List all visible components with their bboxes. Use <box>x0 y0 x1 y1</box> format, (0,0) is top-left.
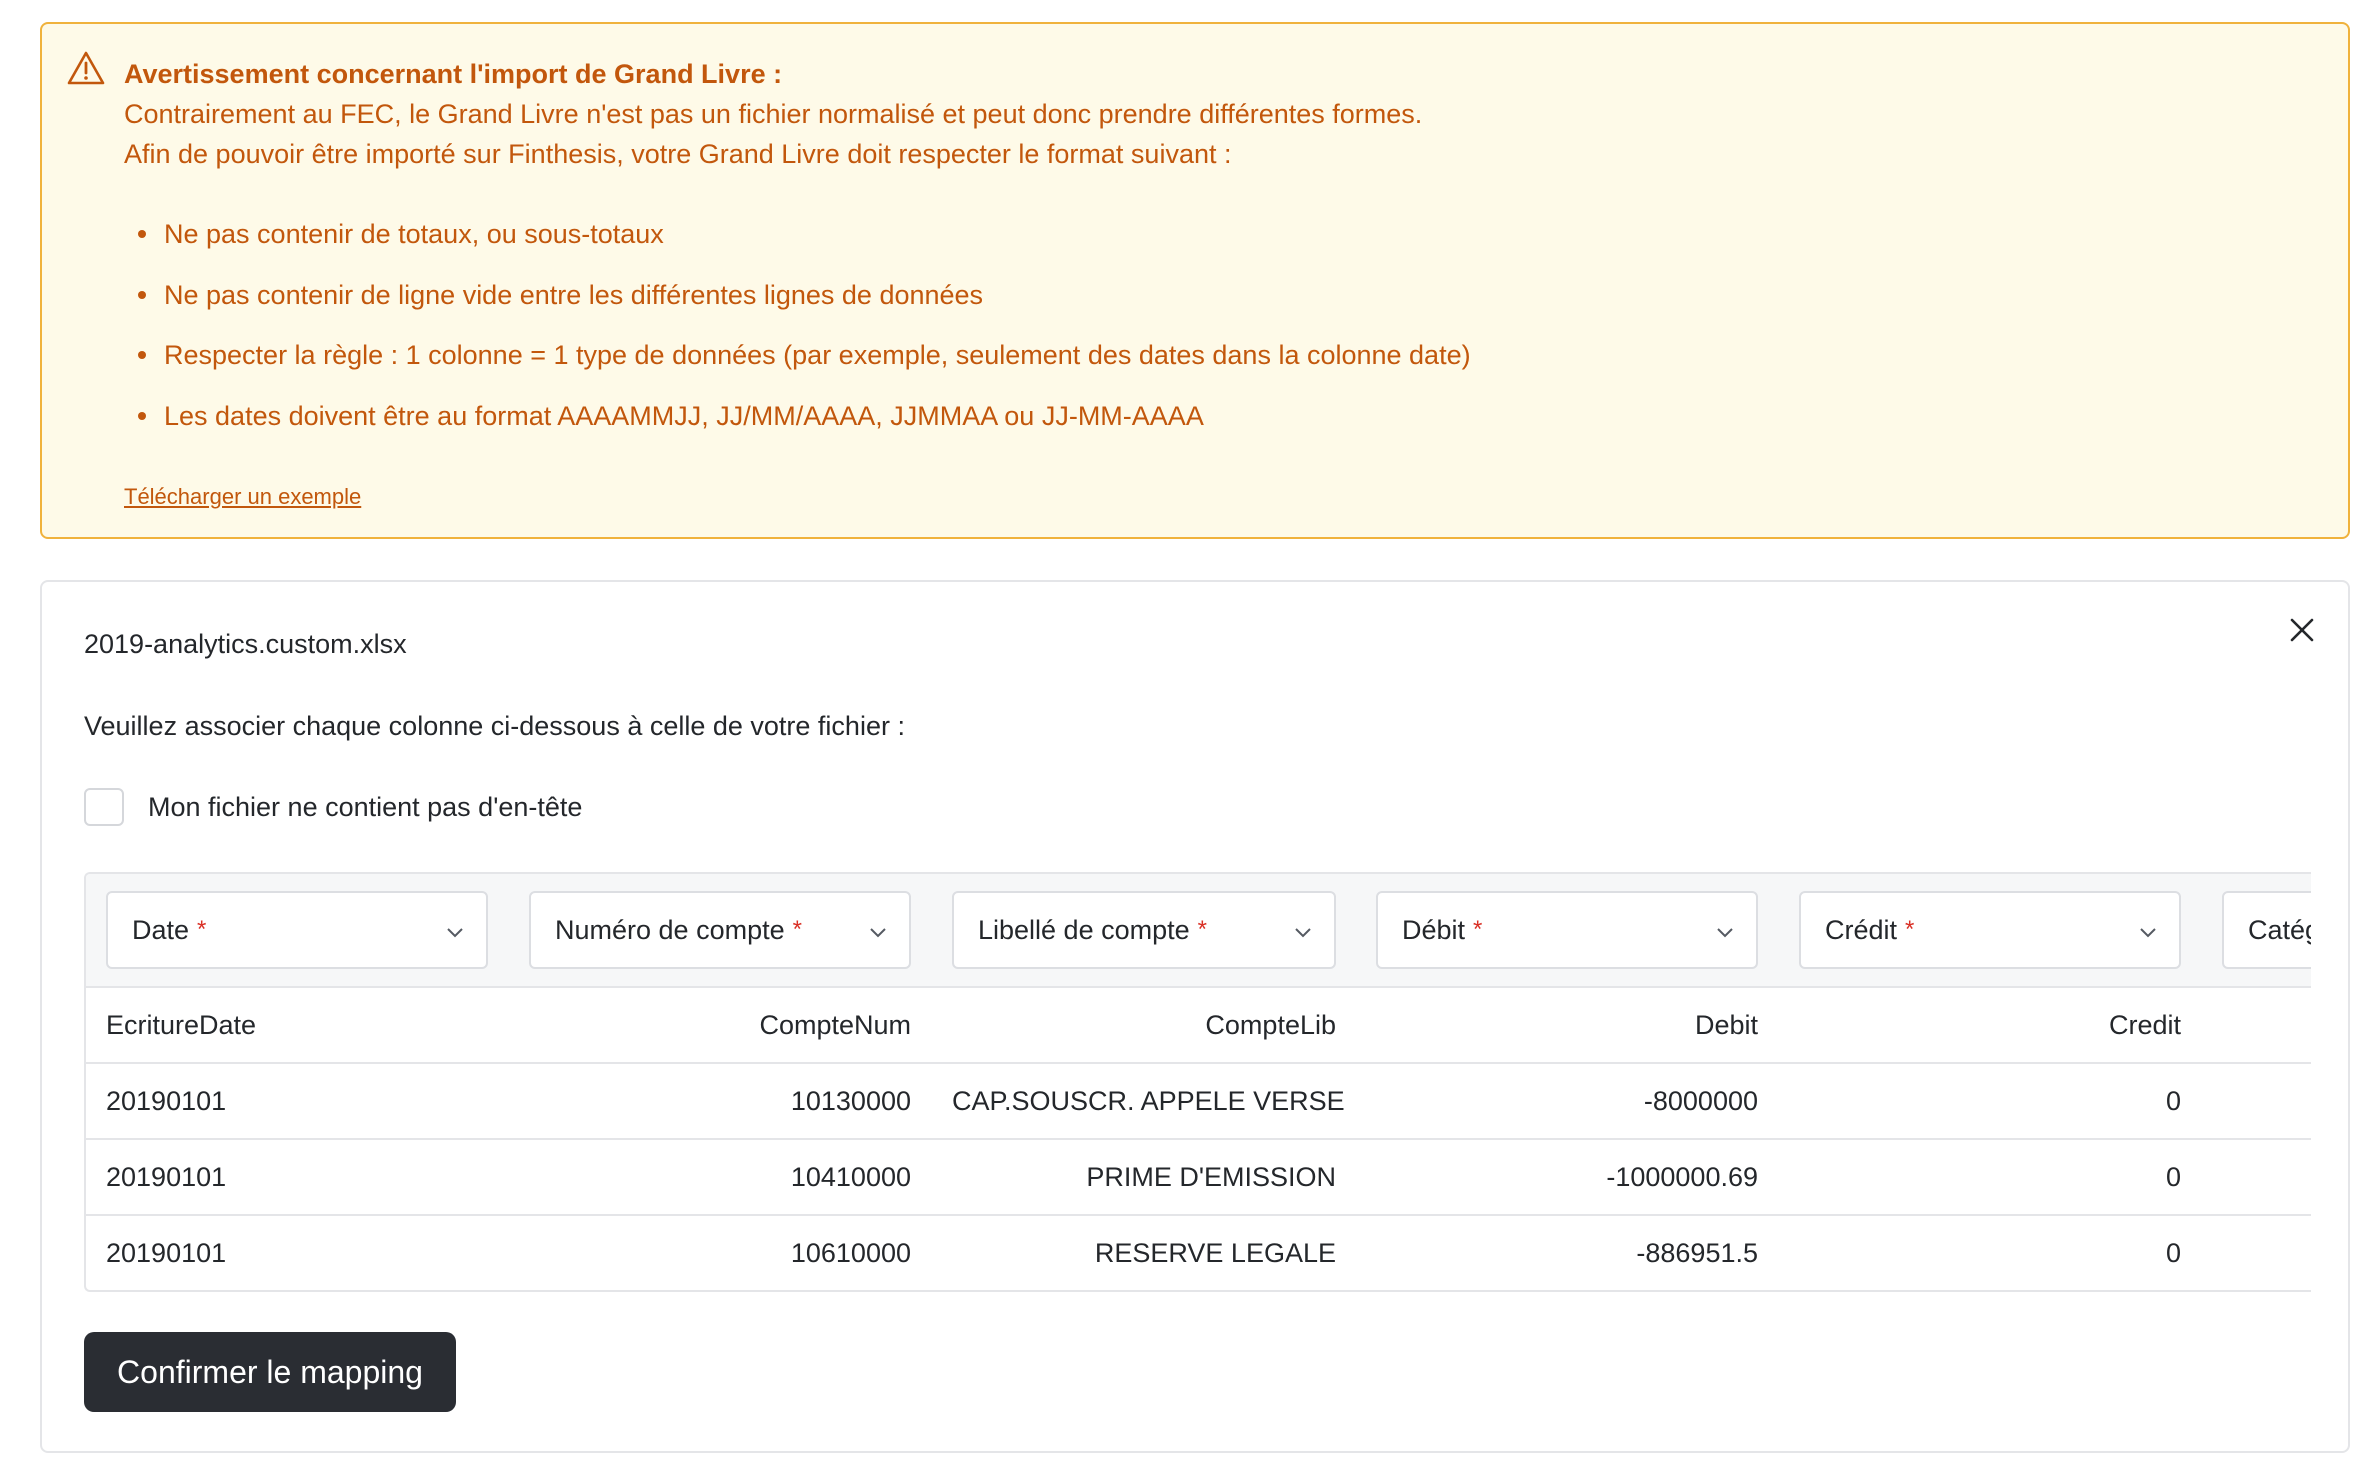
required-marker: * <box>792 916 802 943</box>
cell-account-label: CAP.SOUSCR. APPELE VERSE <box>952 1086 1345 1116</box>
mapping-table: Date * Numéro de compte * Libellé de com… <box>84 872 2311 1292</box>
rule-item: Ne pas contenir de ligne vide entre les … <box>124 275 1471 336</box>
cell-date: 20190101 <box>106 1238 227 1268</box>
download-example-link[interactable]: Télécharger un exemple <box>124 482 361 512</box>
warning-text-line-1: Contrairement au FEC, le Grand Livre n'e… <box>124 99 1423 129</box>
chevron-down-icon <box>870 928 886 938</box>
no-header-label: Mon fichier ne contient pas d'en-tête <box>148 792 583 822</box>
cell-debit: -1000000.69 <box>1606 1162 1758 1192</box>
file-mapping-card: 2019-analytics.custom.xlsx Veuillez asso… <box>40 580 2350 1453</box>
chevron-down-icon <box>447 928 463 938</box>
rule-text: Ne pas contenir de ligne vide entre les … <box>164 279 984 310</box>
required-marker: * <box>197 916 207 943</box>
warning-text-line-2: Afin de pouvoir être importé sur Finthes… <box>124 139 1232 169</box>
mapping-instruction: Veuillez associer chaque colonne ci-dess… <box>84 711 905 741</box>
bullet-icon <box>138 290 146 299</box>
select-category[interactable]: Catég <box>2222 891 2311 969</box>
cell-account-label: PRIME D'EMISSION <box>1086 1162 1336 1192</box>
bullet-icon <box>138 230 146 238</box>
rule-text: Les dates doivent être au format AAAAMMJ… <box>164 400 1204 431</box>
required-marker: * <box>1197 916 1207 943</box>
bullet-icon <box>138 351 146 359</box>
cell-date: 20190101 <box>106 1162 227 1192</box>
select-date[interactable]: Date * <box>106 891 488 969</box>
cell-account-label: RESERVE LEGALE <box>1094 1238 1336 1268</box>
table-header-row: EcritureDate CompteNum CompteLib Debit C… <box>86 988 2311 1064</box>
select-label: Libellé de compte <box>978 914 1190 945</box>
column-mapping-selects: Date * Numéro de compte * Libellé de com… <box>86 874 2311 988</box>
column-header-debit: Debit <box>1694 1010 1758 1040</box>
cell-credit: 0 <box>2165 1238 2181 1268</box>
required-marker: * <box>1473 916 1483 943</box>
table-row: 20190101 10610000 RESERVE LEGALE -886951… <box>86 1216 2311 1290</box>
chevron-down-icon <box>1295 928 1311 938</box>
cell-debit: -886951.5 <box>1636 1238 1758 1268</box>
no-header-option[interactable]: Mon fichier ne contient pas d'en-tête <box>84 787 582 827</box>
warning-rules-list: Ne pas contenir de totaux, ou sous-totau… <box>124 214 1471 456</box>
select-label: Numéro de compte <box>555 914 785 945</box>
required-marker: * <box>1905 916 1915 943</box>
close-button[interactable] <box>2282 610 2322 650</box>
select-debit[interactable]: Débit * <box>1376 891 1758 969</box>
column-header-account-number: CompteNum <box>759 1010 911 1040</box>
chevron-down-icon <box>1717 928 1733 938</box>
cell-account-number: 10410000 <box>790 1162 911 1192</box>
warning-banner: Avertissement concernant l'import de Gra… <box>40 22 2350 539</box>
column-header-account-label: CompteLib <box>1205 1010 1336 1040</box>
rule-text: Ne pas contenir de totaux, ou sous-totau… <box>164 219 664 249</box>
cell-account-number: 10130000 <box>790 1086 911 1116</box>
file-name: 2019-analytics.custom.xlsx <box>84 629 407 659</box>
cell-account-number: 10610000 <box>790 1238 911 1268</box>
column-header-credit: Credit <box>2108 1010 2181 1040</box>
rule-item: Respecter la règle : 1 colonne = 1 type … <box>124 335 1471 396</box>
cell-credit: 0 <box>2165 1162 2181 1192</box>
select-label: Date <box>132 914 190 945</box>
select-label: Débit <box>1402 914 1466 945</box>
table-row: 20190101 10410000 PRIME D'EMISSION -1000… <box>86 1140 2311 1216</box>
cell-date: 20190101 <box>106 1086 227 1116</box>
import-page: Avertissement concernant l'import de Gra… <box>0 0 2380 1460</box>
rule-item: Ne pas contenir de totaux, ou sous-totau… <box>124 214 1471 275</box>
chevron-down-icon <box>2140 928 2156 938</box>
bullet-icon <box>138 411 146 420</box>
confirm-mapping-button[interactable]: Confirmer le mapping <box>84 1332 456 1412</box>
select-account-number[interactable]: Numéro de compte * <box>529 891 911 969</box>
rule-text: Respecter la règle : 1 colonne = 1 type … <box>164 340 1471 370</box>
select-label: Catég <box>2248 914 2311 945</box>
rule-item: Les dates doivent être au format AAAAMMJ… <box>124 396 1471 457</box>
cell-credit: 0 <box>2165 1086 2181 1116</box>
select-account-label[interactable]: Libellé de compte * <box>952 891 1336 969</box>
select-label: Crédit <box>1825 914 1898 945</box>
warning-title: Avertissement concernant l'import de Gra… <box>124 59 783 89</box>
warning-triangle-icon <box>67 51 105 85</box>
select-credit[interactable]: Crédit * <box>1799 891 2181 969</box>
column-header-date: EcritureDate <box>106 1010 257 1040</box>
no-header-checkbox[interactable] <box>84 788 124 826</box>
table-row: 20190101 10130000 CAP.SOUSCR. APPELE VER… <box>86 1064 2311 1140</box>
close-icon <box>2290 618 2314 642</box>
cell-debit: -8000000 <box>1643 1086 1758 1116</box>
